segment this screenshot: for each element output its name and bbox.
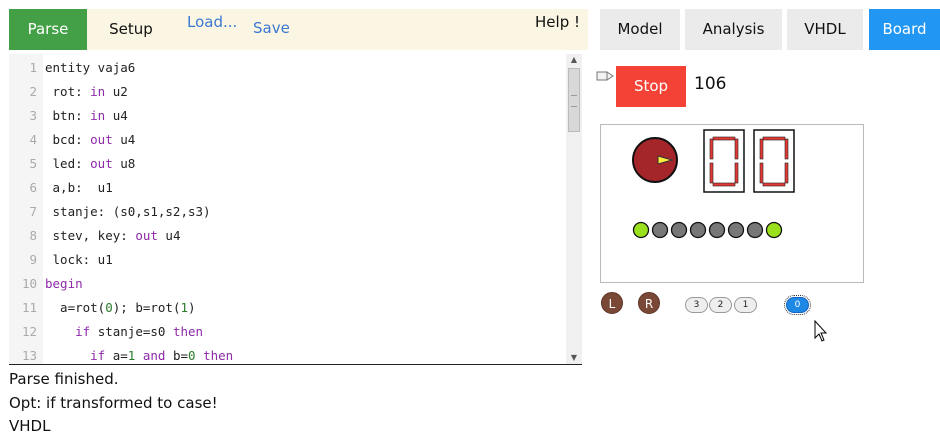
led-4 <box>689 221 707 239</box>
status-message: VHDL <box>9 417 51 435</box>
led-2 <box>727 221 745 239</box>
line-number: 4 <box>29 132 37 147</box>
switch-3[interactable]: 3 <box>685 297 708 313</box>
led-7 <box>632 221 650 239</box>
left-button[interactable]: L <box>601 292 623 314</box>
segment-e <box>759 162 764 184</box>
line-code[interactable]: if a=1 and b=0 then <box>45 344 233 364</box>
segment-d <box>712 182 736 187</box>
segment-f <box>759 138 764 160</box>
segment-a <box>712 136 736 141</box>
line-number: 8 <box>29 228 37 243</box>
tab-board[interactable]: Board <box>869 9 940 50</box>
switch-0[interactable]: 0 <box>784 295 811 315</box>
led-0 <box>765 221 783 239</box>
scroll-down-arrow-icon[interactable]: ▼ <box>566 352 582 364</box>
line-code[interactable]: rot: in u2 <box>45 80 128 104</box>
editor-scrollbar[interactable]: ▲ ▼ <box>566 54 582 364</box>
pin-icon[interactable] <box>596 68 614 84</box>
led-row <box>632 221 783 239</box>
status-message: Opt: if transformed to case! <box>9 394 218 412</box>
board-canvas <box>632 129 795 239</box>
board-panel <box>600 124 864 283</box>
line-number: 7 <box>29 204 37 219</box>
tab-vhdl[interactable]: VHDL <box>787 9 863 50</box>
seven-segment-digit <box>703 129 745 193</box>
line-number: 12 <box>21 324 37 339</box>
right-button[interactable]: R <box>638 292 660 314</box>
segment-f <box>709 138 714 160</box>
led-1 <box>746 221 764 239</box>
line-number: 6 <box>29 180 37 195</box>
switch-1[interactable]: 1 <box>734 297 757 313</box>
scroll-up-arrow-icon[interactable]: ▲ <box>566 54 582 66</box>
led-3 <box>708 221 726 239</box>
scroll-thumb[interactable] <box>568 68 580 132</box>
scroll-grip-icon <box>571 95 577 107</box>
status-message: Parse finished. <box>9 370 119 388</box>
toolbar: Parse Setup Load... Save Help ! <box>9 9 588 50</box>
line-number: 9 <box>29 252 37 267</box>
line-code[interactable]: a,b: u1 <box>45 176 113 200</box>
tab-analysis[interactable]: Analysis <box>685 9 782 50</box>
parse-button[interactable]: Parse <box>9 9 87 50</box>
line-code[interactable]: a=rot(0); b=rot(1) <box>45 296 196 320</box>
line-number: 1 <box>29 60 37 75</box>
load-link[interactable]: Load... <box>187 13 237 31</box>
line-number: 11 <box>21 300 37 315</box>
stop-button[interactable]: Stop <box>616 66 686 107</box>
line-code[interactable]: led: out u8 <box>45 152 136 176</box>
switch-2[interactable]: 2 <box>709 297 732 313</box>
help-link[interactable]: Help ! <box>535 13 580 31</box>
seven-segment-digit <box>753 129 795 193</box>
led-6 <box>651 221 669 239</box>
line-number: 13 <box>21 348 37 363</box>
line-number: 10 <box>21 276 37 291</box>
segment-e <box>709 162 714 184</box>
segment-b <box>784 138 789 160</box>
line-number: 5 <box>29 156 37 171</box>
led-5 <box>670 221 688 239</box>
line-number: 3 <box>29 108 37 123</box>
line-code[interactable]: lock: u1 <box>45 248 113 272</box>
rotary-knob[interactable] <box>632 137 678 183</box>
line-code[interactable]: if stanje=s0 then <box>45 320 203 344</box>
line-code[interactable]: stev, key: out u4 <box>45 224 181 248</box>
segment-c <box>784 162 789 184</box>
segment-d <box>762 182 786 187</box>
line-number: 2 <box>29 84 37 99</box>
line-code[interactable]: entity vaja6 <box>45 56 135 80</box>
line-code[interactable]: begin <box>45 272 83 296</box>
line-code[interactable]: btn: in u4 <box>45 104 128 128</box>
setup-button[interactable]: Setup <box>87 9 175 50</box>
line-code[interactable]: bcd: out u4 <box>45 128 136 152</box>
line-code[interactable]: stanje: (s0,s1,s2,s3) <box>45 200 211 224</box>
segment-c <box>734 162 739 184</box>
tab-model[interactable]: Model <box>600 9 680 50</box>
cycle-counter: 106 <box>694 74 727 94</box>
segment-a <box>762 136 786 141</box>
save-link[interactable]: Save <box>253 19 290 37</box>
segment-b <box>734 138 739 160</box>
code-editor[interactable]: 1 entity vaja6 2 rot: in u2 3 btn: in u4 4 b… <box>9 54 582 365</box>
mouse-cursor-icon <box>814 320 828 342</box>
